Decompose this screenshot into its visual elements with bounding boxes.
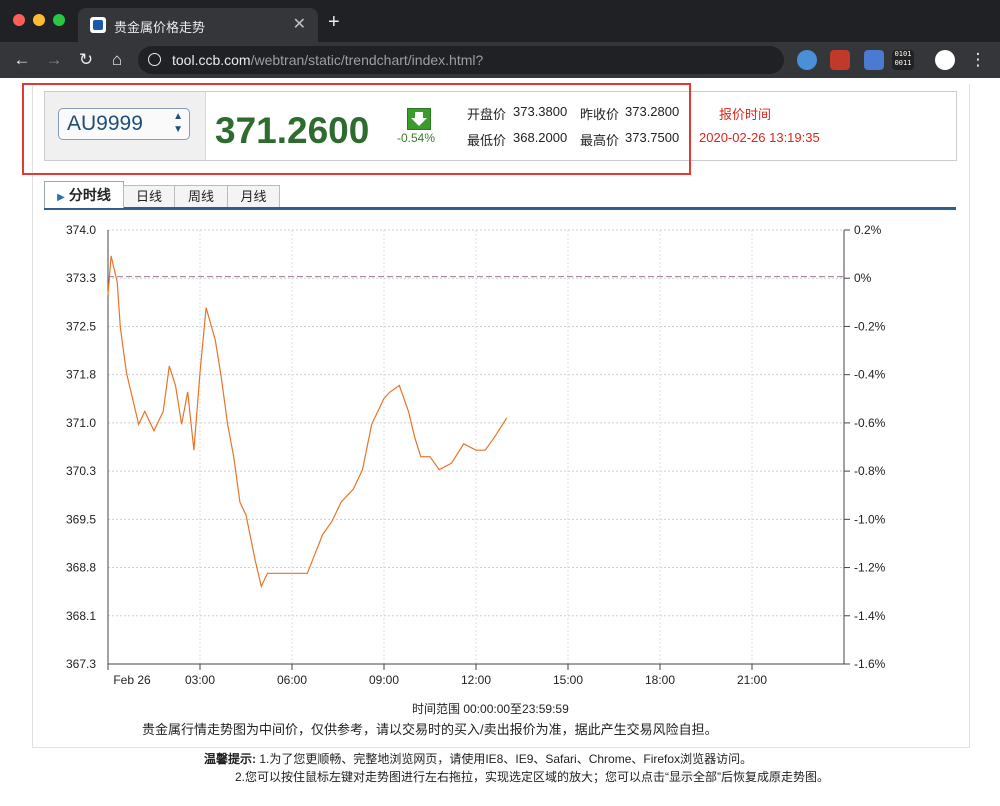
zoom-window-button[interactable]	[53, 14, 65, 26]
chart-tabs: ▶ 分时线 日线 周线 月线	[44, 181, 956, 210]
address-bar[interactable]: tool.ccb.com/webtran/static/trendchart/i…	[138, 46, 784, 74]
y-tick-left: 372.5	[66, 319, 96, 333]
y-tick-right: -0.2%	[854, 319, 886, 333]
y-tick-left: 371.0	[66, 416, 96, 430]
y-tick-right: 0.2%	[854, 223, 882, 237]
y-tick-left: 369.5	[66, 512, 96, 526]
tips-line1: 温馨提示: 1.为了您更顺畅、完整地浏览网页，请使用IE8、IE9、Safari…	[204, 752, 753, 766]
highlight-box	[22, 83, 691, 175]
price-line	[107, 255, 508, 589]
price-chart[interactable]: 374.0 0.2% 373.3 0% 372.5 -0.2% 371.8 -0.4% 371.…	[44, 220, 904, 698]
tab-close-icon[interactable]: ✕	[293, 14, 306, 34]
new-tab-icon[interactable]: +	[328, 12, 340, 32]
tips-line2: 2.您可以按住鼠标左键对走势图进行左右拖拉，实现选定区域的放大；您可以点击“显示…	[235, 770, 830, 784]
binary-extension-icon[interactable]: 0101 0011	[892, 50, 914, 70]
menu-icon[interactable]: ⋮	[966, 48, 990, 72]
tab-weekly[interactable]: 周线	[174, 185, 228, 207]
browser-tab[interactable]: 贵金属价格走势 ✕	[78, 8, 318, 42]
quote-time: 2020-02-26 13:19:35	[699, 130, 820, 145]
y-tick-right: -0.8%	[854, 464, 886, 478]
avatar[interactable]	[935, 50, 955, 70]
x-tick-label: 06:00	[277, 673, 307, 687]
y-tick-left: 374.0	[66, 223, 96, 237]
time-range-label: 时间范围 00:00:00至23:59:59	[412, 702, 569, 716]
y-tick-right: -0.4%	[854, 368, 886, 382]
x-tick-label: 21:00	[737, 673, 767, 687]
minimize-window-button[interactable]	[33, 14, 45, 26]
browser-toolbar: ← → ↻ ⌂ tool.ccb.com/webtran/static/tren…	[0, 42, 1000, 78]
y-tick-right: 0%	[854, 271, 872, 285]
x-tick-label: 12:00	[461, 673, 491, 687]
y-tick-right: -1.4%	[854, 609, 886, 623]
tips-label: 温馨提示:	[204, 752, 256, 766]
y-tick-right: -1.2%	[854, 561, 886, 575]
tab-monthly[interactable]: 月线	[227, 185, 280, 207]
tab-title: 贵金属价格走势	[114, 20, 206, 35]
disclaimer: 贵金属行情走势图为中间价，仅供参考，请以交易时的买入/卖出报价为准，据此产生交易…	[142, 722, 718, 737]
x-tick-label: 18:00	[645, 673, 675, 687]
y-tick-right: -1.6%	[854, 657, 886, 671]
extension-icon-1[interactable]	[797, 50, 817, 70]
y-tick-right: -1.0%	[854, 512, 886, 526]
tab-daily[interactable]: 日线	[123, 185, 175, 207]
globe-icon	[148, 53, 161, 66]
y-tick-left: 368.8	[66, 561, 96, 575]
tab-intraday[interactable]: ▶ 分时线	[44, 181, 124, 208]
url-text: tool.ccb.com/webtran/static/trendchart/i…	[172, 52, 484, 68]
close-window-button[interactable]	[13, 14, 25, 26]
y-tick-left: 370.3	[66, 464, 96, 478]
x-tick-label: Feb 26	[113, 673, 151, 687]
x-tick-label: 03:00	[185, 673, 215, 687]
y-tick-left: 368.1	[66, 609, 96, 623]
reload-icon[interactable]: ↻	[74, 48, 98, 72]
browser-titlebar: 贵金属价格走势 ✕ +	[0, 0, 1000, 42]
extension-icon-2[interactable]	[830, 50, 850, 70]
y-tick-left: 373.3	[66, 271, 96, 285]
x-tick-label: 09:00	[369, 673, 399, 687]
ccb-favicon-icon	[90, 17, 106, 33]
x-tick-label: 15:00	[553, 673, 583, 687]
quote-time-label: 报价时间	[719, 107, 772, 122]
y-tick-left: 367.3	[66, 657, 96, 671]
y-tick-right: -0.6%	[854, 416, 886, 430]
forward-icon[interactable]: →	[42, 48, 66, 72]
translate-icon[interactable]	[864, 50, 884, 70]
back-icon[interactable]: ←	[10, 48, 34, 72]
tab-arrow-icon: ▶	[57, 192, 65, 203]
y-tick-left: 371.8	[66, 368, 96, 382]
home-icon[interactable]: ⌂	[105, 48, 129, 72]
